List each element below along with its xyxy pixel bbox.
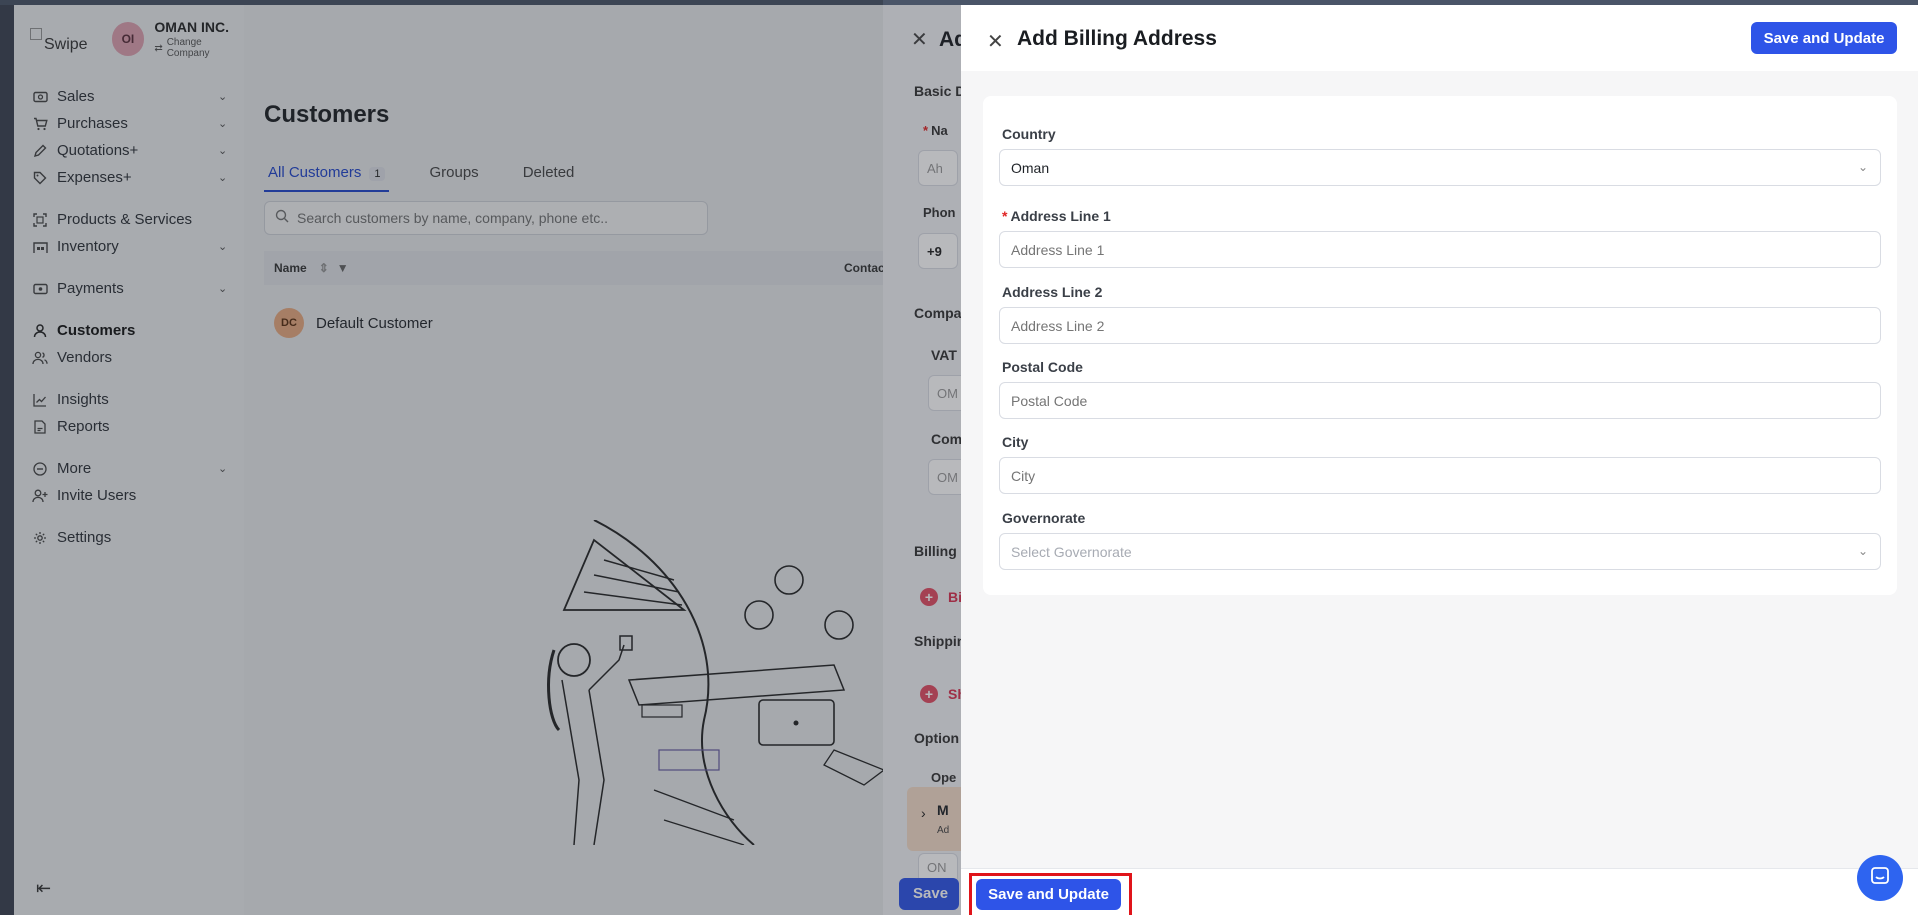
postal-code-label: Postal Code — [1002, 359, 1083, 375]
chevron-down-icon: ⌄ — [1857, 160, 1868, 174]
governorate-select[interactable]: Select Governorate ⌄ — [999, 533, 1881, 570]
chevron-down-icon: ⌄ — [1857, 544, 1868, 558]
save-and-update-button[interactable]: Save and Update — [1751, 22, 1897, 54]
address-line-1-label: * Address Line 1 — [1002, 208, 1111, 224]
drawer-backdrop[interactable] — [883, 5, 961, 915]
address-line-1-input[interactable] — [999, 231, 1881, 268]
drawer-title: Add Billing Address — [1017, 27, 1217, 50]
country-select[interactable]: Oman ⌄ — [999, 149, 1881, 186]
address-line-2-input[interactable] — [999, 307, 1881, 344]
chat-support-button[interactable] — [1857, 855, 1903, 901]
city-label: City — [1002, 434, 1029, 450]
modal-backdrop[interactable] — [0, 0, 883, 915]
required-marker: * — [1002, 208, 1008, 224]
country-label: Country — [1002, 126, 1056, 142]
drawer-header: ✕ Add Billing Address Save and Update — [961, 5, 1918, 71]
city-input[interactable] — [999, 457, 1881, 494]
billing-address-drawer: ✕ Add Billing Address Save and Update Co… — [961, 5, 1918, 915]
close-icon[interactable]: ✕ — [987, 29, 1004, 54]
governorate-label: Governorate — [1002, 510, 1086, 526]
chat-icon — [1870, 866, 1890, 891]
postal-code-input[interactable] — [999, 382, 1881, 419]
footer-save-and-update-button[interactable]: Save and Update — [976, 879, 1121, 910]
drawer-footer: Save and Update — [961, 868, 1918, 915]
billing-form: Country Oman ⌄ * Address Line 1 Address L… — [983, 96, 1897, 595]
address-line-2-label: Address Line 2 — [1002, 284, 1103, 300]
